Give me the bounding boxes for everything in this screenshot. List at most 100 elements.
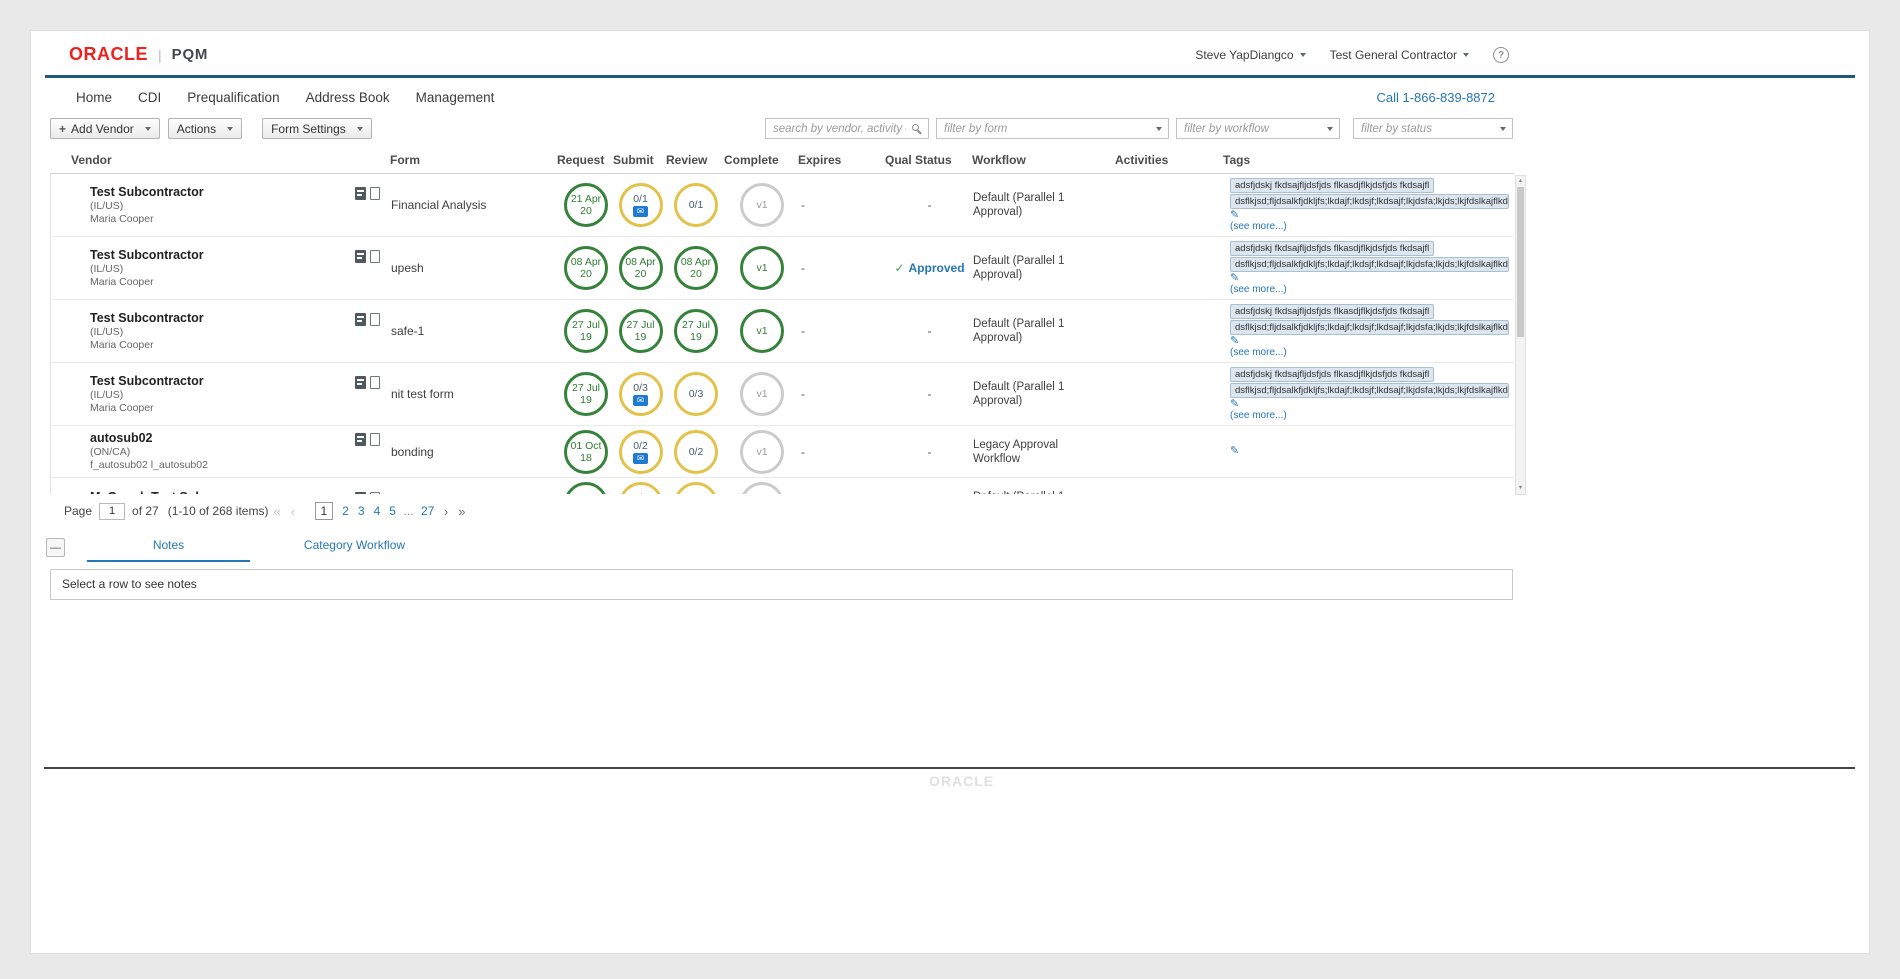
last-page-button[interactable]: » [458, 504, 465, 519]
table-row[interactable]: Test Subcontractor(IL/US)Maria Coopersaf… [51, 300, 1514, 363]
see-more-link[interactable]: (see more...) [1230, 284, 1511, 296]
request-status-circle[interactable]: 08 Apr20 [564, 246, 608, 290]
page-number-input[interactable] [99, 503, 125, 520]
table-row[interactable]: Test Subcontractor(IL/US)Maria Cooperupe… [51, 237, 1514, 300]
report-icon[interactable] [355, 492, 366, 495]
org-menu[interactable]: Test General Contractor [1330, 48, 1469, 62]
nav-item-management[interactable]: Management [416, 90, 495, 107]
column-header-expires[interactable]: Expires [798, 153, 885, 167]
column-header-qual-status[interactable]: Qual Status [885, 153, 972, 167]
actions-button[interactable]: Actions [168, 118, 242, 139]
page-27-link[interactable]: 27 [421, 504, 434, 518]
nav-item-prequalification[interactable]: Prequalification [187, 90, 279, 107]
next-page-button[interactable]: › [444, 504, 448, 519]
submit-status-circle[interactable]: 0/3✉ [619, 482, 663, 495]
column-header-workflow[interactable]: Workflow [972, 153, 1115, 167]
column-header-activities[interactable]: Activities [1115, 153, 1223, 167]
complete-status-circle[interactable]: v1 [740, 372, 784, 416]
submit-status-circle[interactable]: 0/1✉ [619, 183, 663, 227]
submit-status-circle[interactable]: 0/2✉ [619, 430, 663, 474]
nav-item-cdi[interactable]: CDI [138, 90, 161, 107]
request-status-circle[interactable]: 21 Apr20 [564, 183, 608, 227]
vendor-name-link[interactable]: McGough Test Sub [90, 490, 355, 495]
filter-by-status-dropdown[interactable]: filter by status [1353, 118, 1513, 139]
column-header-submit[interactable]: Submit [613, 153, 666, 167]
scroll-down-icon[interactable]: ▼ [1516, 484, 1525, 493]
table-row[interactable]: autosub02(ON/CA)f_autosub02 l_autosub02b… [51, 426, 1514, 478]
column-header-review[interactable]: Review [666, 153, 724, 167]
column-header-request[interactable]: Request [557, 153, 613, 167]
help-icon[interactable]: ? [1493, 47, 1509, 63]
page-2-link[interactable]: 2 [342, 504, 349, 518]
edit-tags-icon[interactable]: ✎ [1230, 399, 1511, 410]
scroll-up-icon[interactable]: ▲ [1516, 177, 1525, 186]
nav-item-home[interactable]: Home [76, 90, 112, 107]
page-3-link[interactable]: 3 [358, 504, 365, 518]
table-row[interactable]: Test Subcontractor(IL/US)Maria CooperFin… [51, 174, 1514, 237]
complete-status-circle[interactable]: v1 [740, 430, 784, 474]
scrollbar-thumb[interactable] [1517, 187, 1524, 337]
see-more-link[interactable]: (see more...) [1230, 410, 1511, 422]
tab-notes[interactable]: Notes [87, 538, 250, 562]
review-status-circle[interactable]: 0/2 [674, 430, 718, 474]
previous-page-button[interactable]: ‹ [291, 504, 295, 519]
complete-status-circle[interactable]: v1 [740, 309, 784, 353]
complete-status-circle[interactable]: v1 [740, 183, 784, 227]
column-header-tags[interactable]: Tags [1223, 153, 1514, 167]
search-icon[interactable] [912, 124, 919, 131]
filter-by-form-dropdown[interactable]: filter by form [936, 118, 1169, 139]
see-more-link[interactable]: (see more...) [1230, 221, 1511, 233]
submit-status-circle[interactable]: 08 Apr20 [619, 246, 663, 290]
request-status-circle[interactable]: 27 Jul19 [564, 372, 608, 416]
submit-status-circle[interactable]: 0/3✉ [619, 372, 663, 416]
vendor-name-link[interactable]: Test Subcontractor [90, 311, 355, 326]
call-phone-link[interactable]: Call 1-866-839-8872 [1376, 90, 1495, 105]
document-icon[interactable] [370, 187, 380, 200]
vendor-name-link[interactable]: autosub02 [90, 431, 355, 446]
document-icon[interactable] [370, 492, 380, 495]
page-1-current[interactable]: 1 [315, 502, 334, 520]
see-more-link[interactable]: (see more...) [1230, 347, 1511, 359]
request-status-circle[interactable]: 27 Jul19 [564, 309, 608, 353]
edit-tags-icon[interactable]: ✎ [1230, 210, 1511, 221]
report-icon[interactable] [355, 313, 366, 326]
vendor-name-link[interactable]: Test Subcontractor [90, 374, 355, 389]
document-icon[interactable] [370, 376, 380, 389]
column-header-vendor[interactable]: Vendor [50, 153, 390, 167]
vendor-name-link[interactable]: Test Subcontractor [90, 185, 355, 200]
search-input[interactable] [766, 120, 928, 139]
report-icon[interactable] [355, 376, 366, 389]
column-header-complete[interactable]: Complete [724, 153, 798, 167]
request-status-circle[interactable]: 01 Oct18 [564, 430, 608, 474]
collapse-panel-button[interactable]: — [46, 538, 65, 557]
form-settings-button[interactable]: Form Settings [262, 118, 372, 139]
review-status-circle[interactable]: 0/3 [674, 482, 718, 495]
review-status-circle[interactable]: 08 Apr20 [674, 246, 718, 290]
vendor-name-link[interactable]: Test Subcontractor [90, 248, 355, 263]
review-status-circle[interactable]: 0/1 [674, 183, 718, 227]
document-icon[interactable] [370, 250, 380, 263]
request-status-circle[interactable]: 31 Aug20 [564, 482, 608, 495]
table-row[interactable]: Test Subcontractor(IL/US)Maria Coopernit… [51, 363, 1514, 426]
complete-status-circle[interactable]: v1 [740, 246, 784, 290]
review-status-circle[interactable]: 0/3 [674, 372, 718, 416]
nav-item-address-book[interactable]: Address Book [306, 90, 390, 107]
submit-status-circle[interactable]: 27 Jul19 [619, 309, 663, 353]
report-icon[interactable] [355, 187, 366, 200]
complete-status-circle[interactable]: v1 [740, 482, 784, 495]
column-header-form[interactable]: Form [390, 153, 557, 167]
report-icon[interactable] [355, 433, 366, 446]
user-menu[interactable]: Steve YapDiangco [1195, 48, 1305, 62]
table-scrollbar[interactable]: ▲ ▼ [1515, 175, 1526, 495]
page-4-link[interactable]: 4 [374, 504, 381, 518]
page-5-link[interactable]: 5 [389, 504, 396, 518]
document-icon[interactable] [370, 313, 380, 326]
document-icon[interactable] [370, 433, 380, 446]
tab-category-workflow[interactable]: Category Workflow [273, 538, 436, 560]
edit-tags-icon[interactable]: ✎ [1230, 336, 1511, 347]
filter-by-workflow-dropdown[interactable]: filter by workflow [1176, 118, 1340, 139]
table-row[interactable]: McGough Test Sub(MN/US)test-31-231 Aug20… [51, 478, 1514, 494]
edit-tags-icon[interactable]: ✎ [1230, 446, 1511, 457]
qual-status-link[interactable]: Approved [909, 261, 965, 275]
first-page-button[interactable]: « [273, 504, 280, 519]
